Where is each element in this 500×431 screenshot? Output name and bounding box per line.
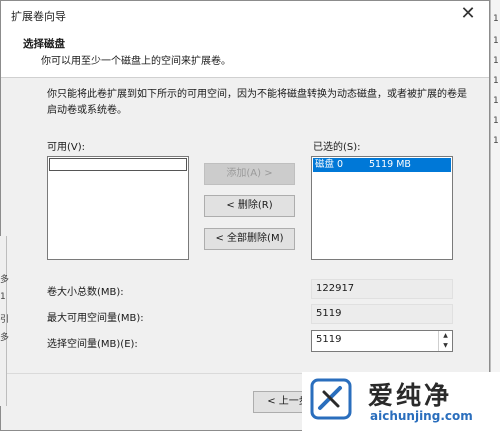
title-bar: 扩展卷向导 ✕ (1, 1, 489, 29)
stepper-up-icon[interactable]: ▲ (439, 331, 452, 341)
background-char: 1 (493, 136, 499, 146)
available-listbox[interactable] (47, 156, 189, 260)
brand-name: 爱纯净 (368, 381, 453, 410)
background-char: 多 (0, 333, 10, 343)
max-space-label: 最大可用空间量(MB): (47, 313, 144, 324)
background-char: 1 (493, 76, 499, 86)
window-title: 扩展卷向导 (11, 10, 66, 23)
disk-size: 5119 MB (369, 159, 411, 170)
extend-volume-wizard-dialog: 扩展卷向导 ✕ 选择磁盘 你可以用至少一个磁盘上的空间来扩展卷。 你只能将此卷扩… (0, 0, 490, 431)
brand-logo-icon (310, 378, 352, 420)
stepper-arrows: ▲ ▼ (438, 331, 452, 351)
background-char: 1 (493, 36, 499, 46)
background-char: 1 (493, 14, 499, 24)
brand-url: aichunjing.com (370, 409, 473, 423)
background-char: 1 (493, 96, 499, 106)
max-space-value: 5119 (311, 304, 453, 324)
select-space-label: 选择空间量(MB)(E): (47, 339, 138, 350)
selected-disk-row[interactable]: 磁盘 0 5119 MB (313, 158, 451, 172)
watermark: 爱纯净 aichunjing.com (302, 372, 500, 431)
wizard-header: 选择磁盘 你可以用至少一个磁盘上的空间来扩展卷。 (1, 29, 489, 78)
disk-name: 磁盘 0 (315, 159, 344, 170)
selected-listbox[interactable]: 磁盘 0 5119 MB (311, 156, 453, 260)
available-label: 可用(V): (47, 142, 86, 153)
selected-label: 已选的(S): (313, 142, 361, 153)
page-subheading: 你可以用至少一个磁盘上的空间来扩展卷。 (41, 56, 231, 67)
total-size-value: 122917 (311, 279, 453, 299)
description-text: 你只能将此卷扩展到如下所示的可用空间，因为不能将磁盘转换为动态磁盘，或者被扩展的… (47, 89, 467, 116)
close-icon[interactable]: ✕ (455, 3, 481, 25)
stepper-down-icon[interactable]: ▼ (439, 341, 452, 351)
page-heading: 选择磁盘 (23, 38, 65, 50)
background-char: 1 (493, 56, 499, 66)
background-window-right: 1 1 1 1 1 1 1 (490, 0, 500, 431)
background-char: 引 (0, 315, 10, 325)
remove-all-button[interactable]: < 全部删除(M) (204, 228, 295, 250)
background-window-left: 多 1 引 多 (0, 236, 10, 406)
background-char: 1 (493, 116, 499, 126)
select-space-stepper[interactable]: 5119 ▲ ▼ (311, 330, 453, 352)
background-char: 多 (0, 275, 10, 285)
total-size-label: 卷大小总数(MB): (47, 287, 124, 298)
background-char: 1 (0, 292, 6, 302)
focus-rectangle (49, 158, 187, 171)
add-button[interactable]: 添加(A) > (204, 163, 295, 185)
select-space-value: 5119 (316, 334, 342, 345)
remove-button[interactable]: < 删除(R) (204, 195, 295, 217)
